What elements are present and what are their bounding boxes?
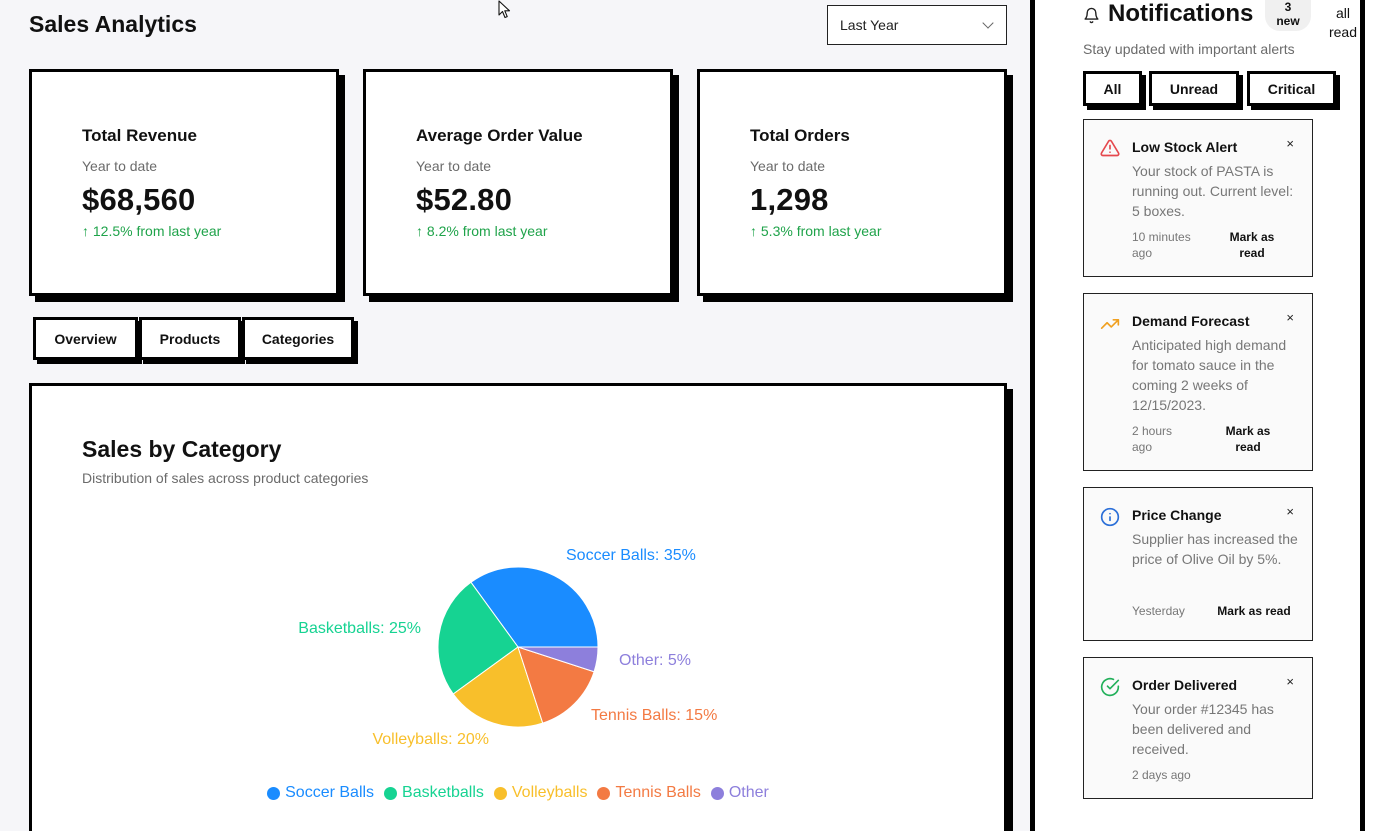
new-count-badge: 3 new [1265, 0, 1311, 31]
close-icon[interactable]: × [1286, 310, 1294, 325]
stat-subtitle: Year to date [82, 158, 157, 174]
filter-critical[interactable]: Critical [1247, 71, 1336, 106]
notification-title: Low Stock Alert [1132, 139, 1238, 155]
stat-title: Average Order Value [416, 126, 583, 145]
pie-label-other: Other: 5% [619, 652, 691, 669]
check-circle-icon [1100, 677, 1120, 697]
trending-up-icon [1100, 319, 1120, 329]
notification-message: Anticipated high demand for tomato sauce… [1132, 337, 1287, 413]
notification-message: Your stock of PASTA is running out. Curr… [1132, 163, 1294, 219]
stat-value: 1,298 [750, 182, 829, 217]
notifications-title: Notifications [1108, 0, 1254, 27]
legend-item-basketballs[interactable]: Basketballs [384, 784, 484, 802]
page-title: Sales Analytics [29, 11, 197, 37]
tab-products[interactable]: Products [139, 317, 241, 360]
stat-card-aov: Average Order Value Year to date $52.80 … [363, 69, 673, 296]
legend-swatch [267, 786, 281, 800]
chevron-down-icon [982, 17, 994, 29]
stat-change: ↑ 5.3% from last year [750, 223, 882, 239]
page-edge [1365, 0, 1375, 831]
notification-title: Price Change [1132, 507, 1222, 523]
legend-item-volleyballs[interactable]: Volleyballs [493, 784, 588, 802]
legend-swatch [493, 786, 507, 800]
mark-all-read-button[interactable]: all read [1326, 4, 1360, 42]
filter-unread[interactable]: Unread [1149, 71, 1239, 106]
close-icon[interactable]: × [1286, 136, 1294, 151]
stat-card-orders: Total Orders Year to date 1,298 ↑ 5.3% f… [697, 69, 1007, 296]
pie-label-volleyballs: Volleyballs: 20% [372, 731, 489, 748]
period-select[interactable]: Last Year [827, 5, 1007, 45]
stat-change: ↑ 8.2% from last year [416, 223, 548, 239]
tab-categories[interactable]: Categories [242, 317, 354, 360]
pie-label-tennis-balls: Tennis Balls: 15% [591, 707, 717, 724]
notifications-header: Notifications [1083, 0, 1253, 28]
chart-legend: Soccer Balls Basketballs Volleyballs Tennis… [32, 784, 1004, 802]
stat-title: Total Revenue [82, 126, 197, 145]
stat-card-revenue: Total Revenue Year to date $68,560 ↑ 12.… [29, 69, 339, 296]
notification-message: Your order #12345 has been delivered and… [1132, 701, 1274, 757]
legend-label: Volleyballs [511, 784, 588, 801]
legend-swatch [710, 786, 724, 800]
legend-label: Soccer Balls [285, 784, 375, 801]
notification-title: Demand Forecast [1132, 313, 1250, 329]
close-icon[interactable]: × [1286, 674, 1294, 689]
notification-card: Low Stock Alert × Your stock of PASTA is… [1083, 119, 1313, 277]
close-icon[interactable]: × [1286, 504, 1294, 519]
mark-as-read-button[interactable]: Mark as read [1220, 423, 1276, 455]
mouse-cursor-icon [498, 0, 511, 19]
pie-label-soccer-balls: Soccer Balls: 35% [566, 547, 696, 564]
legend-swatch [384, 786, 398, 800]
mark-as-read-button[interactable]: Mark as read [1224, 229, 1280, 261]
notification-card: Order Delivered × Your order #12345 has … [1083, 657, 1313, 799]
warning-icon [1100, 139, 1120, 157]
tab-overview[interactable]: Overview [33, 317, 138, 360]
legend-item-other[interactable]: Other [710, 784, 769, 802]
notification-time: 10 minutes ago [1132, 230, 1191, 260]
notification-card: Price Change × Supplier has increased th… [1083, 487, 1313, 641]
filter-all[interactable]: All [1083, 71, 1142, 106]
legend-item-soccer-balls[interactable]: Soccer Balls [267, 784, 374, 802]
stat-subtitle: Year to date [750, 158, 825, 174]
notification-message: Supplier has increased the price of Oliv… [1132, 531, 1298, 567]
info-icon [1100, 507, 1120, 527]
legend-label: Tennis Balls [615, 784, 701, 801]
sales-by-category-card: Sales by Category Distribution of sales … [29, 383, 1007, 831]
pie-label-basketballs: Basketballs: 25% [298, 620, 421, 637]
stat-value: $68,560 [82, 182, 196, 217]
stat-subtitle: Year to date [416, 158, 491, 174]
legend-item-tennis-balls[interactable]: Tennis Balls [597, 784, 701, 802]
notification-time: Yesterday [1132, 604, 1185, 618]
stat-change: ↑ 12.5% from last year [82, 223, 222, 239]
period-select-value: Last Year [840, 17, 899, 33]
tab-bar: Overview Products Categories [33, 317, 355, 360]
stat-value: $52.80 [416, 182, 513, 217]
notification-time: 2 hours ago [1132, 424, 1173, 454]
notifications-subtitle: Stay updated with important alerts [1083, 41, 1295, 57]
legend-label: Other [728, 784, 769, 801]
notification-time: 2 days ago [1132, 768, 1191, 782]
pie-chart: Soccer Balls: 35% Basketballs: 25% Volleyb… [298, 547, 717, 748]
notification-card: Demand Forecast × Anticipated high deman… [1083, 293, 1313, 471]
mark-as-read-button[interactable]: Mark as read [1209, 603, 1299, 619]
bell-icon [1084, 7, 1099, 23]
notification-title: Order Delivered [1132, 677, 1238, 693]
legend-swatch [597, 786, 611, 800]
stat-title: Total Orders [750, 126, 850, 145]
legend-label: Basketballs [402, 784, 484, 801]
